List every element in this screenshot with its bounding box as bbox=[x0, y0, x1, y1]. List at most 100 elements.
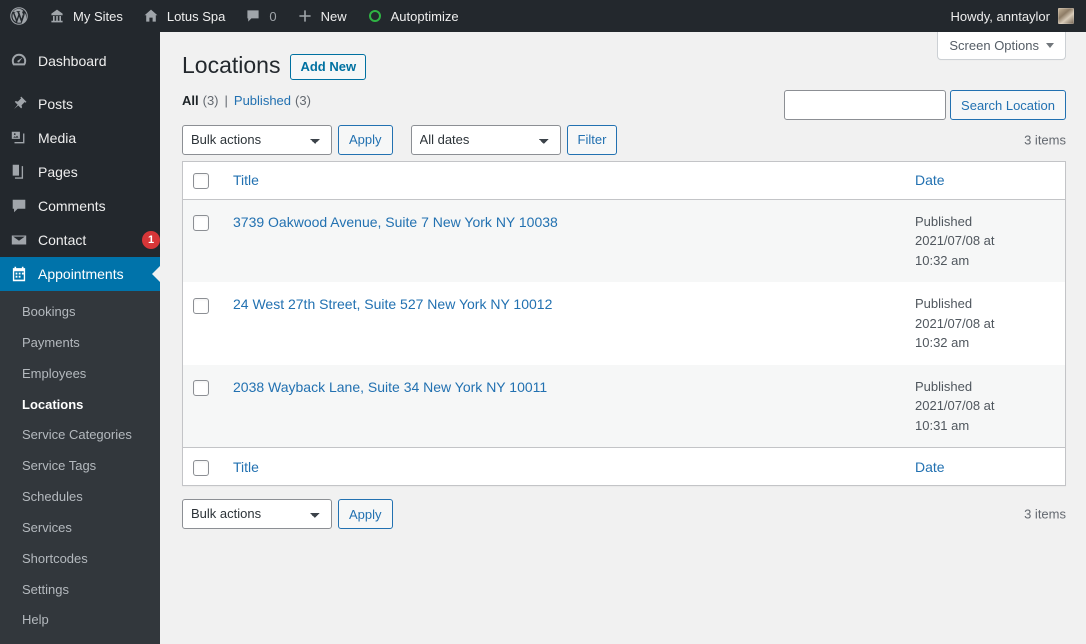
filter-button[interactable]: Filter bbox=[566, 124, 618, 155]
admin-bar-item-site-name[interactable]: Lotus Spa bbox=[132, 0, 235, 32]
row-title-cell: 24 West 27th Street, Suite 527 New York … bbox=[223, 282, 905, 365]
tablenav-top: Bulk actions Edit Move to Trash Apply Al… bbox=[182, 124, 1066, 155]
bulk-actions-select-top[interactable]: Bulk actions Edit Move to Trash bbox=[182, 124, 332, 155]
sidebar-label-appointments: Appointments bbox=[38, 266, 124, 282]
row-select-cell bbox=[183, 364, 223, 448]
admin-bar-item-comments[interactable]: 0 bbox=[234, 0, 285, 32]
chevron-down-icon bbox=[1046, 43, 1054, 48]
sidebar-item-pages[interactable]: Pages bbox=[0, 155, 160, 189]
screen-options-button[interactable]: Screen Options bbox=[937, 32, 1066, 60]
admin-bar-item-new[interactable]: New bbox=[286, 0, 356, 32]
select-all-header bbox=[183, 161, 223, 200]
sidebar-item-posts[interactable]: Posts bbox=[0, 87, 160, 121]
row-title-link[interactable]: 2038 Wayback Lane, Suite 34 New York NY … bbox=[233, 379, 547, 395]
row-checkbox[interactable] bbox=[193, 380, 209, 397]
pages-icon bbox=[10, 163, 38, 181]
table-row: 24 West 27th Street, Suite 527 New York … bbox=[183, 282, 1065, 365]
sidebar-item-appointments[interactable]: Appointments bbox=[0, 257, 160, 291]
row-title-cell: 3739 Oakwood Avenue, Suite 7 New York NY… bbox=[223, 199, 905, 283]
sidebar-subitem-schedules[interactable]: Schedules bbox=[0, 482, 160, 513]
sidebar-subitem-service-categories[interactable]: Service Categories bbox=[0, 420, 160, 451]
items-count-bottom: 3 items bbox=[1024, 506, 1066, 522]
sidebar-subitem-settings[interactable]: Settings bbox=[0, 575, 160, 606]
wp-logo-menu-item[interactable] bbox=[0, 0, 38, 32]
table-head: Title Date bbox=[183, 161, 1065, 200]
sidebar-item-comments[interactable]: Comments bbox=[0, 189, 160, 223]
row-title-link[interactable]: 3739 Oakwood Avenue, Suite 7 New York NY… bbox=[233, 214, 558, 230]
content-wrap: Screen Options Locations Add New All (3)… bbox=[160, 32, 1086, 530]
sidebar-item-contact[interactable]: Contact 1 bbox=[0, 223, 160, 257]
sidebar-separator-1 bbox=[0, 78, 160, 87]
search-box: Search Location bbox=[784, 90, 1066, 120]
sidebar-item-media[interactable]: Media bbox=[0, 121, 160, 155]
sidebar-label-posts: Posts bbox=[38, 96, 74, 112]
apply-button-top[interactable]: Apply bbox=[338, 124, 393, 155]
admin-bar-my-account[interactable]: Howdy, anntaylor bbox=[942, 0, 1086, 32]
search-location-button[interactable]: Search Location bbox=[950, 90, 1066, 120]
sidebar-subitem-payments[interactable]: Payments bbox=[0, 328, 160, 359]
appointments-icon bbox=[10, 265, 38, 283]
row-status: Published bbox=[915, 378, 973, 394]
posts-icon bbox=[10, 95, 38, 113]
row-select-cell bbox=[183, 282, 223, 365]
column-header-date-bottom[interactable]: Date bbox=[905, 447, 1065, 486]
apply-button-bottom[interactable]: Apply bbox=[338, 499, 393, 530]
plus-icon bbox=[295, 6, 315, 26]
row-title-link[interactable]: 24 West 27th Street, Suite 527 New York … bbox=[233, 296, 552, 312]
table-row: 2038 Wayback Lane, Suite 34 New York NY … bbox=[183, 364, 1065, 448]
sidebar-subitem-help[interactable]: Help bbox=[0, 605, 160, 636]
row-select-cell bbox=[183, 199, 223, 283]
row-date: 2021/07/08 at bbox=[915, 315, 995, 331]
admin-bar-label-new: New bbox=[320, 8, 347, 24]
row-checkbox[interactable] bbox=[193, 215, 209, 232]
table-foot: Title Date bbox=[183, 447, 1065, 486]
status-filter-all-link[interactable]: All bbox=[182, 93, 199, 108]
row-checkbox[interactable] bbox=[193, 297, 209, 314]
media-icon bbox=[10, 129, 38, 147]
sidebar-item-dashboard[interactable]: Dashboard bbox=[0, 44, 160, 78]
select-all-checkbox-top[interactable] bbox=[193, 173, 209, 190]
row-date: 2021/07/08 at bbox=[915, 233, 995, 249]
table-header-row: Title Date bbox=[183, 161, 1065, 200]
table-row: 3739 Oakwood Avenue, Suite 7 New York NY… bbox=[183, 199, 1065, 283]
column-header-title-label-top: Title bbox=[233, 172, 259, 189]
column-header-title-top[interactable]: Title bbox=[223, 161, 905, 200]
sidebar-submenu-appointments: Bookings Payments Employees Locations Se… bbox=[0, 291, 160, 644]
sidebar-subitem-employees[interactable]: Employees bbox=[0, 359, 160, 390]
bulk-actions-select-bottom[interactable]: Bulk actions Edit Move to Trash bbox=[182, 499, 332, 530]
sidebar-label-pages: Pages bbox=[38, 164, 78, 180]
items-count-top: 3 items bbox=[1024, 132, 1066, 148]
wordpress-icon bbox=[9, 6, 29, 26]
select-all-checkbox-bottom[interactable] bbox=[193, 459, 209, 476]
sidebar-menu-top: Dashboard Posts Media Pages Comments Con… bbox=[0, 32, 160, 644]
admin-bar: My Sites Lotus Spa 0 New Autoptimize How… bbox=[0, 0, 1086, 32]
sites-icon bbox=[47, 6, 67, 26]
column-header-title-bottom[interactable]: Title bbox=[223, 447, 905, 486]
table-footer-row: Title Date bbox=[183, 447, 1065, 486]
admin-bar-item-my-sites[interactable]: My Sites bbox=[38, 0, 132, 32]
admin-bar-item-autoptimize[interactable]: Autoptimize bbox=[356, 0, 468, 32]
column-header-date-top[interactable]: Date bbox=[905, 161, 1065, 200]
row-title-cell: 2038 Wayback Lane, Suite 34 New York NY … bbox=[223, 364, 905, 448]
add-new-button[interactable]: Add New bbox=[290, 53, 367, 80]
column-header-title-label-bottom: Title bbox=[233, 458, 259, 475]
sidebar-subitem-service-tags[interactable]: Service Tags bbox=[0, 451, 160, 482]
date-filter-select[interactable]: All dates July 2021 bbox=[410, 124, 561, 155]
page-title-row: Locations Add New bbox=[182, 32, 1066, 81]
sidebar-label-media: Media bbox=[38, 130, 77, 146]
status-filter-published-link[interactable]: Published bbox=[234, 93, 291, 108]
sidebar-subitem-locations[interactable]: Locations bbox=[0, 390, 160, 421]
sidebar-subitem-bookings[interactable]: Bookings bbox=[0, 297, 160, 328]
search-input[interactable] bbox=[784, 90, 947, 120]
row-time: 10:32 am bbox=[915, 335, 970, 351]
home-icon bbox=[141, 6, 161, 26]
page-title: Locations bbox=[182, 52, 281, 78]
admin-bar-label-site-name: Lotus Spa bbox=[166, 8, 226, 24]
admin-bar-label-my-sites: My Sites bbox=[73, 8, 123, 24]
column-header-date-label-top: Date bbox=[915, 172, 945, 189]
sidebar-subitem-shortcodes[interactable]: Shortcodes bbox=[0, 544, 160, 575]
screen-options-label: Screen Options bbox=[949, 38, 1039, 53]
sidebar-subitem-services[interactable]: Services bbox=[0, 513, 160, 544]
sidebar-label-dashboard: Dashboard bbox=[38, 53, 107, 69]
admin-bar-spacer bbox=[468, 0, 942, 32]
